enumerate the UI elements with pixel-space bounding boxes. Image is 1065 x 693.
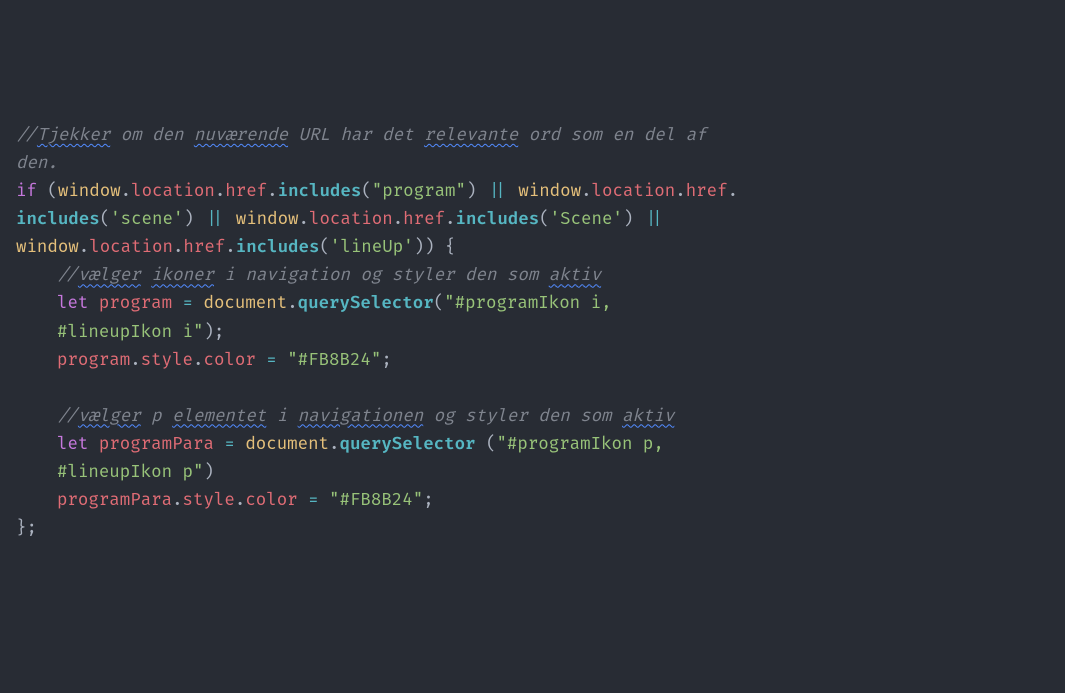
code-line: includes('scene') || window.location.hre… xyxy=(16,206,1049,234)
code-line: }; xyxy=(16,515,1049,543)
code-line: //vælger p elementet i navigationen og s… xyxy=(16,403,1049,431)
code-line: program.style.color = "#FB8B24"; xyxy=(16,347,1049,375)
code-line: #lineupIkon p") xyxy=(16,459,1049,487)
code-line: let programPara = document.querySelector… xyxy=(16,431,1049,459)
code-line: //Tjekker om den nuværende URL har det r… xyxy=(16,122,1049,150)
code-line: //vælger ikoner i navigation og styler d… xyxy=(16,262,1049,290)
comment: //vælger ikoner i navigation og styler d… xyxy=(57,265,601,286)
code-line: let program = document.querySelector("#p… xyxy=(16,290,1049,318)
code-line: window.location.href.includes('lineUp'))… xyxy=(16,234,1049,262)
code-line: if (window.location.href.includes("progr… xyxy=(16,178,1049,206)
comment: den. xyxy=(16,153,58,174)
code-line: #lineupIkon i"); xyxy=(16,319,1049,347)
comment: //Tjekker om den nuværende URL har det r… xyxy=(16,125,717,146)
code-line xyxy=(16,375,1049,403)
comment: //vælger p elementet i navigationen og s… xyxy=(57,406,674,427)
code-line: den. xyxy=(16,150,1049,178)
code-editor[interactable]: //Tjekker om den nuværende URL har det r… xyxy=(16,122,1049,543)
code-line: programPara.style.color = "#FB8B24"; xyxy=(16,487,1049,515)
